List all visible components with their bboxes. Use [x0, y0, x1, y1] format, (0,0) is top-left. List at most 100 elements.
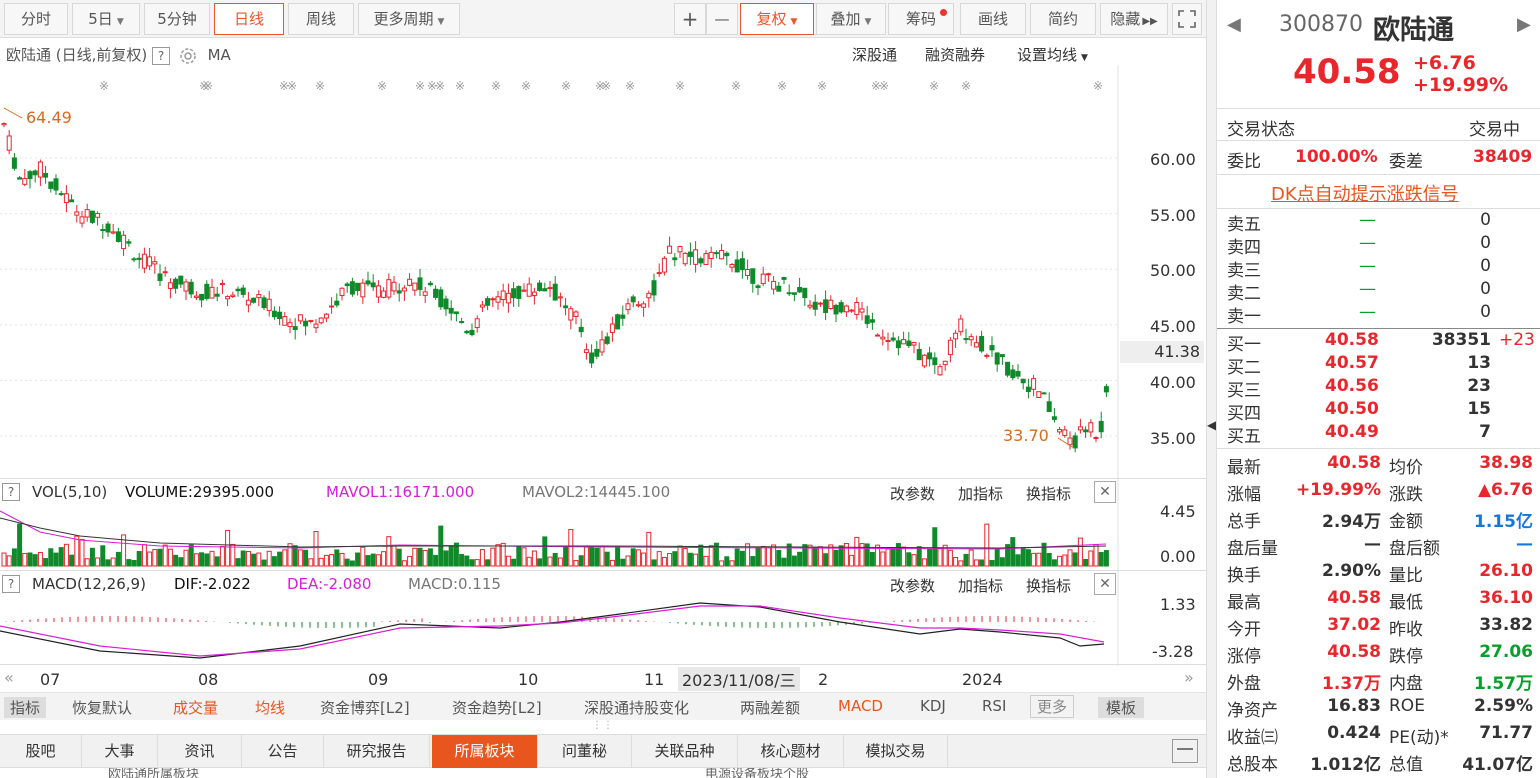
- vol-params-button[interactable]: 改参数: [890, 483, 935, 504]
- nav-macd[interactable]: MACD: [838, 697, 883, 715]
- macd-switch-indicator-button[interactable]: 换指标: [1026, 575, 1071, 596]
- candle-body: [308, 319, 314, 322]
- candle-body: [89, 210, 95, 223]
- tab-simulated-trading[interactable]: 模拟交易: [844, 735, 948, 768]
- tab-core-themes[interactable]: 核心题材: [738, 735, 844, 768]
- set-ma-link[interactable]: 设置均线 ▼: [1017, 44, 1088, 65]
- volume-bar: [1020, 547, 1026, 567]
- kline-chart[interactable]: ※ ※※ ※※ ※ ※ ※ ※※ ※ ※ ※ ※ ※※ ※ ※ ※ ※ ※ ※※ ※ ※ ※: [0, 66, 1206, 766]
- tab-events[interactable]: 大事: [82, 735, 158, 768]
- nav-fund-game[interactable]: 资金博弈[L2]: [320, 697, 410, 718]
- vol-add-indicator-button[interactable]: 加指标: [958, 483, 1003, 504]
- chips-button[interactable]: 筹码: [888, 3, 954, 35]
- overlay-button[interactable]: 叠加 ▼: [816, 3, 886, 35]
- fullscreen-button[interactable]: [1172, 3, 1202, 35]
- fuquan-button[interactable]: 复权 ▼: [740, 3, 814, 35]
- y-tick-55: 55.00: [1150, 206, 1196, 225]
- candle-body: [230, 294, 236, 297]
- tab-5day[interactable]: 5日 ▼: [72, 3, 140, 35]
- candle-body: [916, 349, 922, 361]
- vol-switch-indicator-button[interactable]: 换指标: [1026, 483, 1071, 504]
- shenguton-link[interactable]: 深股通: [852, 44, 897, 65]
- tab-news[interactable]: 资讯: [158, 735, 242, 768]
- nav-kdj[interactable]: KDJ: [920, 697, 946, 715]
- tab-research[interactable]: 研究报告: [324, 735, 430, 768]
- candle-body: [661, 257, 667, 273]
- volume-bar: [63, 543, 69, 567]
- dk-signal-link[interactable]: DK点自动提示涨跌信号: [1271, 180, 1459, 206]
- nav-ma[interactable]: 均线: [255, 697, 285, 718]
- volume-bar: [339, 552, 345, 567]
- tab-5min[interactable]: 5分钟: [144, 3, 210, 35]
- nav-more[interactable]: 更多: [1030, 695, 1075, 718]
- tab-ask-secretary[interactable]: 问董秘: [538, 735, 632, 768]
- zoom-out-button[interactable]: —: [706, 3, 738, 35]
- stat-value: 40.58: [1327, 453, 1381, 473]
- margin-trading-link[interactable]: 融资融券: [925, 44, 985, 65]
- candle-body: [53, 178, 59, 191]
- volume-bar: [1036, 552, 1042, 567]
- help-icon[interactable]: ?: [152, 46, 171, 65]
- tab-daily[interactable]: 日线: [214, 3, 284, 35]
- candle-body: [755, 285, 761, 288]
- macd-macd-value: MACD:0.115: [408, 575, 501, 593]
- volume-bar: [407, 555, 413, 567]
- resize-handle-icon[interactable]: ⋮⋮: [0, 720, 1206, 734]
- nav-restore-default[interactable]: 恢复默认: [72, 697, 132, 718]
- stat-value: 40.58: [1327, 588, 1381, 608]
- candle-body: [911, 342, 917, 346]
- candle-body: [817, 302, 823, 305]
- volume-bar: [817, 546, 823, 567]
- close-icon[interactable]: ✕: [1094, 573, 1116, 595]
- volume-bar: [880, 551, 886, 567]
- prev-stock-icon[interactable]: ◀: [1227, 14, 1241, 35]
- close-icon[interactable]: ✕: [1094, 481, 1116, 503]
- nav-rsi[interactable]: RSI: [982, 697, 1006, 715]
- scroll-right-icon[interactable]: »: [1184, 668, 1194, 687]
- crosshair-date: 2023/11/08/三: [678, 667, 800, 691]
- tab-weekly[interactable]: 周线: [288, 3, 354, 35]
- candle-body: [812, 301, 818, 310]
- ma-label[interactable]: MA: [208, 46, 231, 64]
- volume-panel-header: ? VOL(5,10) VOLUME:29395.000 MAVOL1:1617…: [0, 478, 1206, 504]
- macd-add-indicator-button[interactable]: 加指标: [958, 575, 1003, 596]
- draw-line-button[interactable]: 画线: [960, 3, 1026, 35]
- candle-body: [942, 360, 948, 366]
- zoom-in-button[interactable]: +: [674, 3, 706, 35]
- volume-bar: [651, 559, 657, 567]
- help-icon[interactable]: ?: [2, 483, 20, 501]
- tab-guba[interactable]: 股吧: [0, 735, 82, 768]
- candle-body: [396, 290, 402, 294]
- candle-body: [339, 287, 345, 296]
- volume-bar: [162, 544, 168, 567]
- nav-indicator[interactable]: 指标: [4, 697, 47, 718]
- tab-related[interactable]: 关联品种: [632, 735, 738, 768]
- nav-fund-trend[interactable]: 资金趋势[L2]: [452, 697, 542, 718]
- tab-sectors[interactable]: 所属板块: [432, 735, 538, 768]
- candle-body: [599, 339, 605, 353]
- macd-params-button[interactable]: 改参数: [890, 575, 935, 596]
- simple-mode-button[interactable]: 简约: [1030, 3, 1096, 35]
- nav-template[interactable]: 模板: [1098, 697, 1145, 718]
- stat-value: ▲6.76: [1477, 480, 1533, 500]
- candle-body: [464, 330, 470, 334]
- volume-bar: [583, 546, 589, 567]
- tab-fenshi[interactable]: 分时: [4, 3, 68, 35]
- stat-value: 33.82: [1479, 615, 1533, 635]
- nav-margin-diff[interactable]: 两融差额: [740, 697, 800, 718]
- volume-bar: [240, 550, 246, 567]
- next-stock-icon[interactable]: ▶: [1517, 14, 1531, 35]
- scroll-left-icon[interactable]: «: [4, 668, 14, 687]
- splitter[interactable]: ◀: [1206, 0, 1216, 778]
- nav-volume[interactable]: 成交量: [173, 697, 218, 718]
- nav-shenguton-holdings[interactable]: 深股通持股变化: [584, 697, 689, 718]
- help-icon[interactable]: ?: [2, 575, 20, 593]
- hide-button[interactable]: 隐藏 ▶▶: [1100, 3, 1168, 35]
- candle-body: [791, 292, 797, 295]
- settings-gear-icon[interactable]: [179, 47, 197, 65]
- tab-announcements[interactable]: 公告: [242, 735, 324, 768]
- volume-bar: [578, 555, 584, 567]
- tab-more-periods[interactable]: 更多周期 ▼: [358, 3, 460, 35]
- stat-label: 均价: [1389, 458, 1423, 478]
- download-icon[interactable]: [1172, 739, 1198, 763]
